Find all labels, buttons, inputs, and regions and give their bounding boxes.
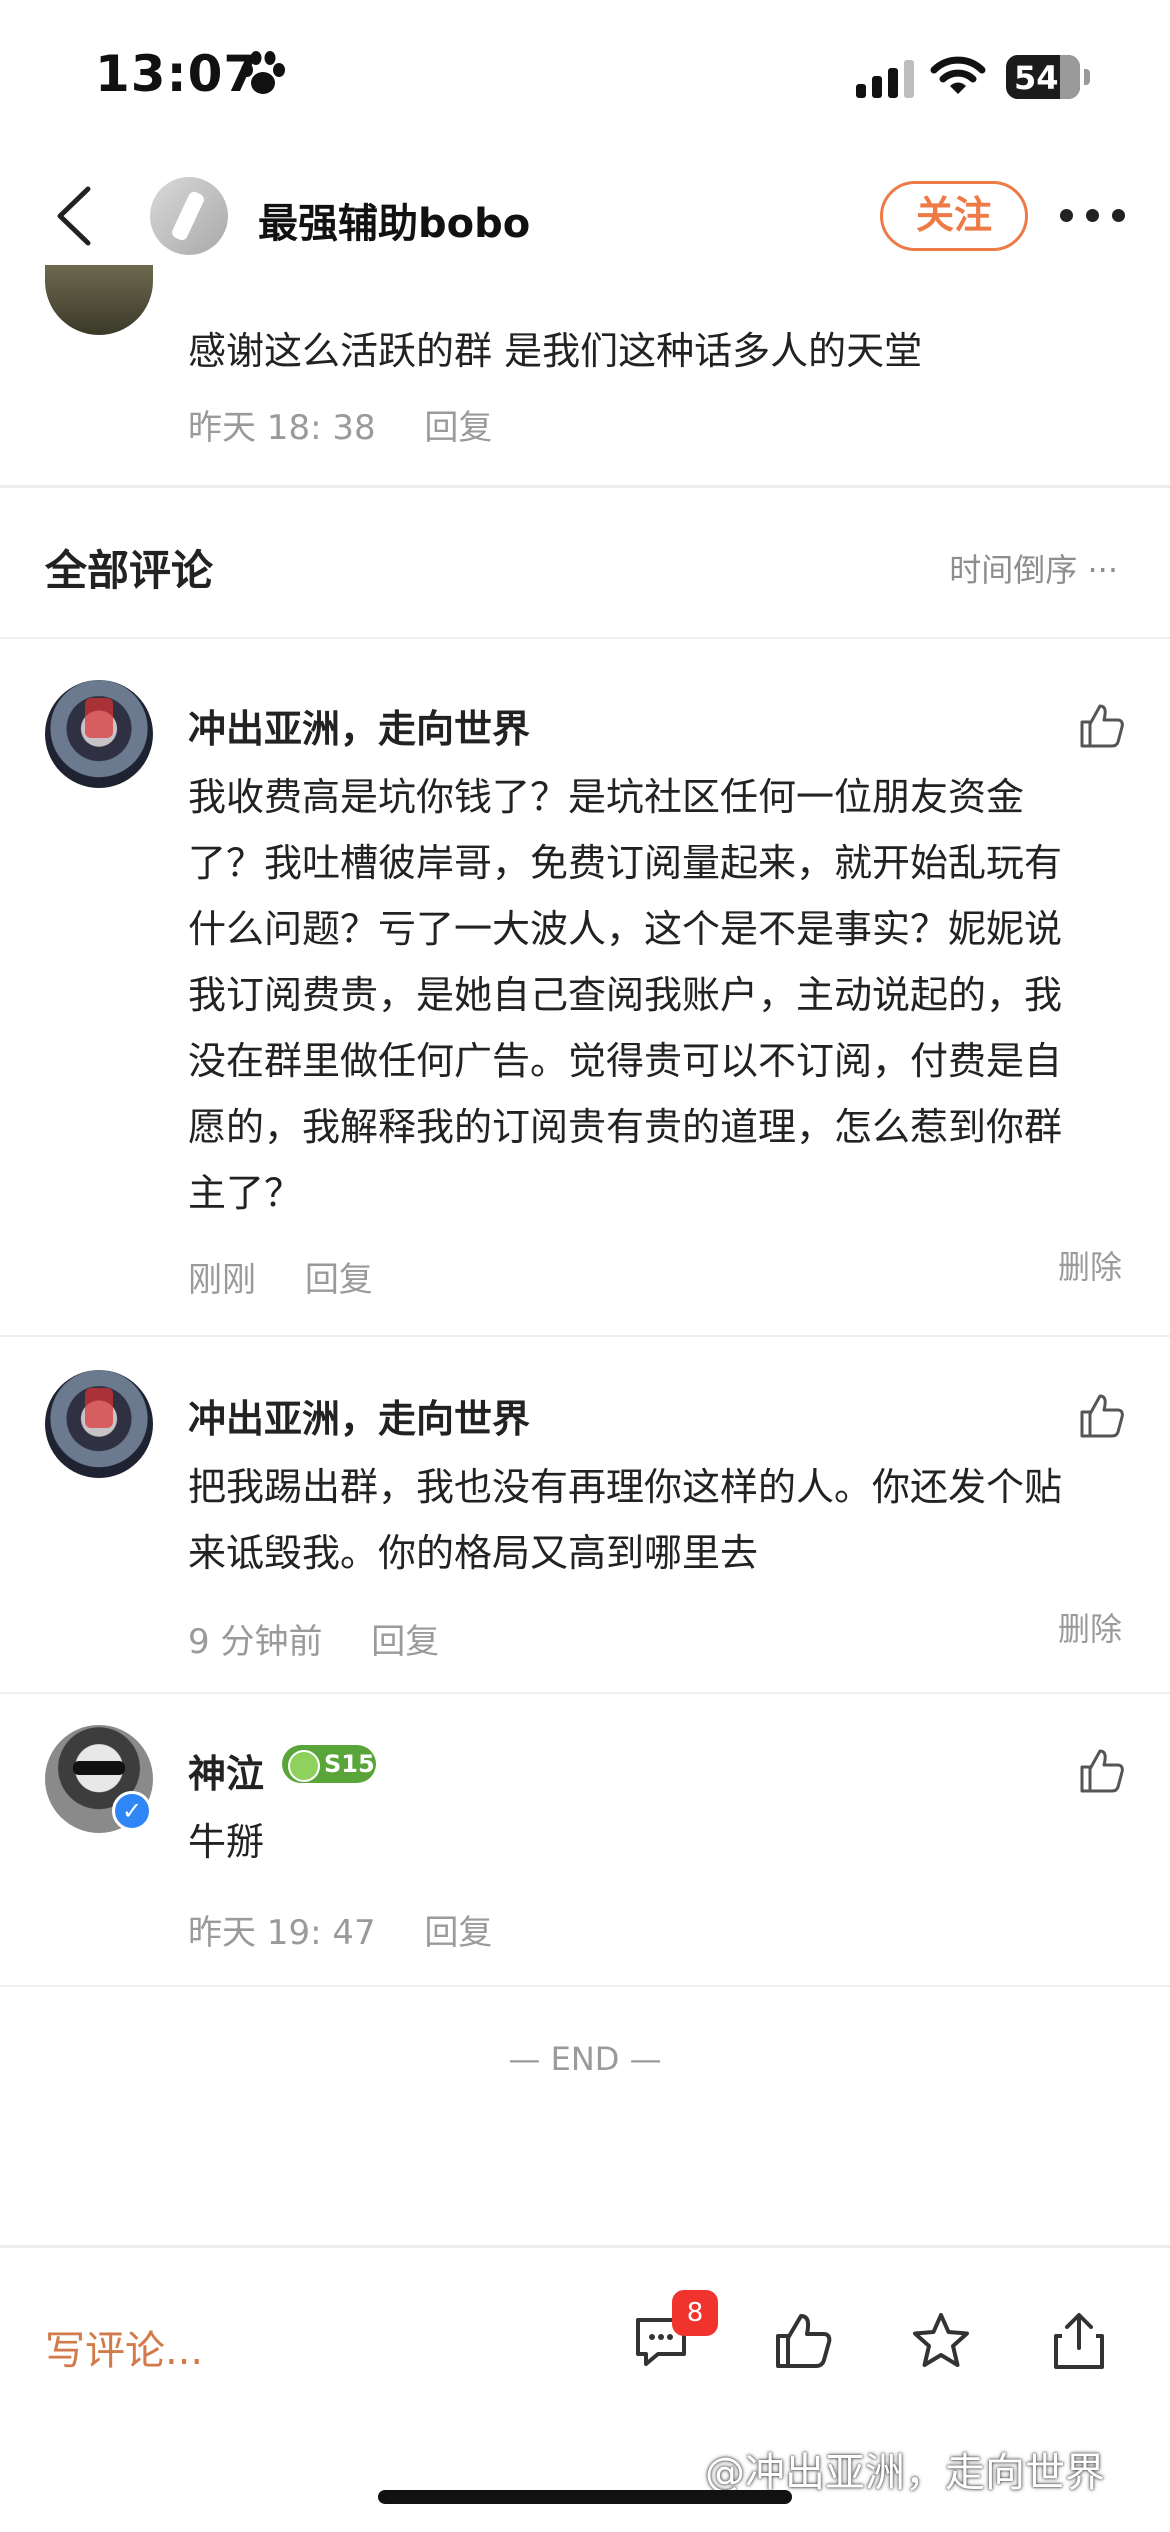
comment-author[interactable]: 冲出亚洲，走向世界 bbox=[188, 698, 530, 753]
like-icon[interactable] bbox=[1076, 1390, 1126, 1440]
battery-indicator: 54 bbox=[1006, 55, 1090, 99]
avatar[interactable] bbox=[45, 1370, 153, 1478]
like-icon[interactable] bbox=[1076, 700, 1126, 750]
comments-header: 全部评论 时间倒序 ··· bbox=[0, 485, 1170, 637]
bottom-action-bar: 写评论... 8 bbox=[0, 2245, 1170, 2445]
like-icon[interactable] bbox=[772, 2310, 834, 2372]
comment-author[interactable]: 冲出亚洲，走向世界 bbox=[188, 1388, 530, 1443]
sort-label: 时间倒序 bbox=[949, 551, 1078, 589]
star-icon[interactable] bbox=[910, 2310, 972, 2372]
reply-button[interactable]: 回复 bbox=[424, 408, 492, 448]
divider bbox=[0, 1335, 1170, 1337]
reply-button[interactable]: 回复 bbox=[424, 1913, 492, 1953]
level-badge: S15 bbox=[282, 1745, 376, 1783]
section-title: 全部评论 bbox=[45, 546, 214, 595]
divider bbox=[0, 1692, 1170, 1694]
comment-count-badge: 8 bbox=[672, 2290, 718, 2336]
back-icon[interactable] bbox=[50, 183, 100, 249]
paw-icon bbox=[241, 51, 285, 94]
like-icon[interactable] bbox=[1076, 1745, 1126, 1795]
comment-text: 把我踢出群，我也没有再理你这样的人。你还发个贴 来诋毁我。你的格局又高到哪里去 bbox=[188, 1454, 1118, 1586]
home-indicator[interactable] bbox=[378, 2490, 792, 2504]
delete-button[interactable]: 删除 bbox=[1058, 1604, 1122, 1650]
delete-button[interactable]: 删除 bbox=[1058, 1242, 1122, 1288]
sort-toggle[interactable]: 时间倒序 ··· bbox=[949, 545, 1118, 591]
reply-button[interactable]: 回复 bbox=[305, 1260, 373, 1300]
status-bar: 13:07 54 bbox=[0, 0, 1170, 150]
comment-item: 冲出亚洲，走向世界 把我踢出群，我也没有再理你这样的人。你还发个贴 来诋毁我。你… bbox=[0, 1370, 1170, 1690]
write-comment-input[interactable]: 写评论... bbox=[45, 2318, 203, 2376]
end-marker: — END — bbox=[508, 2040, 662, 2078]
comment-item: 冲出亚洲，走向世界 我收费高是坑你钱了？是坑社区任何一位朋友资金 了？我吐槽彼岸… bbox=[0, 680, 1170, 1335]
battery-level: 54 bbox=[1014, 59, 1059, 97]
comment-text: 感谢这么活跃的群 是我们这种话多人的天堂 bbox=[188, 329, 923, 373]
avatar[interactable] bbox=[45, 265, 153, 335]
comment-line: 我收费高是坑你钱了？是坑社区任何一位朋友资金 bbox=[188, 775, 1025, 819]
follow-button[interactable]: 关注 bbox=[880, 181, 1028, 251]
wifi-icon bbox=[930, 56, 986, 94]
comment-author[interactable]: 神泣 bbox=[188, 1743, 264, 1798]
comment-line: 没在群里做任何广告。觉得贵可以不订阅，付费是自 bbox=[188, 1039, 1063, 1083]
author-name[interactable]: 最强辅助bobo bbox=[258, 191, 530, 249]
verified-icon: ✓ bbox=[112, 1791, 152, 1831]
divider bbox=[0, 1985, 1170, 1987]
comment-line: 什么问题？亏了一大波人，这个是不是事实？妮妮说 bbox=[188, 907, 1063, 951]
author-avatar[interactable] bbox=[150, 177, 228, 255]
comment-text: 牛掰 bbox=[188, 1809, 1118, 1875]
cellular-signal-icon bbox=[856, 60, 914, 98]
nav-bar: 最强辅助bobo 关注 bbox=[0, 165, 1170, 265]
share-icon[interactable] bbox=[1048, 2310, 1110, 2372]
comment-line: 了？我吐槽彼岸哥，免费订阅量起来，就开始乱玩有 bbox=[188, 841, 1063, 885]
comment-meta: 刚刚 回复 bbox=[188, 1252, 373, 1301]
comment-meta: 昨天 18: 38 回复 bbox=[188, 400, 492, 449]
comment-line: 牛掰 bbox=[188, 1820, 265, 1864]
divider bbox=[0, 637, 1170, 639]
comment-text: 我收费高是坑你钱了？是坑社区任何一位朋友资金 了？我吐槽彼岸哥，免费订阅量起来，… bbox=[188, 764, 1118, 1226]
comment-line: 把我踢出群，我也没有再理你这样的人。你还发个贴 bbox=[188, 1465, 1063, 1509]
comment-line: 来诋毁我。你的格局又高到哪里去 bbox=[188, 1531, 759, 1575]
avatar[interactable] bbox=[45, 680, 153, 788]
comment-line: 愿的，我解释我的订阅贵有贵的道理，怎么惹到你群 bbox=[188, 1105, 1063, 1149]
comment-time: 昨天 18: 38 bbox=[188, 408, 376, 448]
comment-time: 9 分钟前 bbox=[188, 1622, 323, 1662]
comment-time: 刚刚 bbox=[188, 1260, 256, 1300]
comment-item: ✓ 神泣 S15 牛掰 昨天 19: 47 回复 bbox=[0, 1725, 1170, 1985]
status-time: 13:07 bbox=[95, 45, 260, 103]
reply-button[interactable]: 回复 bbox=[371, 1622, 439, 1662]
comment-line: 主了？ bbox=[188, 1171, 303, 1215]
comment-line: 我订阅费贵，是她自己查阅我账户，主动说起的，我 bbox=[188, 973, 1063, 1017]
more-dots-icon: ··· bbox=[1087, 551, 1118, 589]
partial-comment: 感谢这么活跃的群 是我们这种话多人的天堂 昨天 18: 38 回复 bbox=[0, 265, 1170, 485]
comment-meta: 昨天 19: 47 回复 bbox=[188, 1905, 492, 1954]
more-options-icon[interactable] bbox=[1060, 209, 1126, 223]
comment-meta: 9 分钟前 回复 bbox=[188, 1614, 439, 1663]
comment-time: 昨天 19: 47 bbox=[188, 1913, 376, 1953]
